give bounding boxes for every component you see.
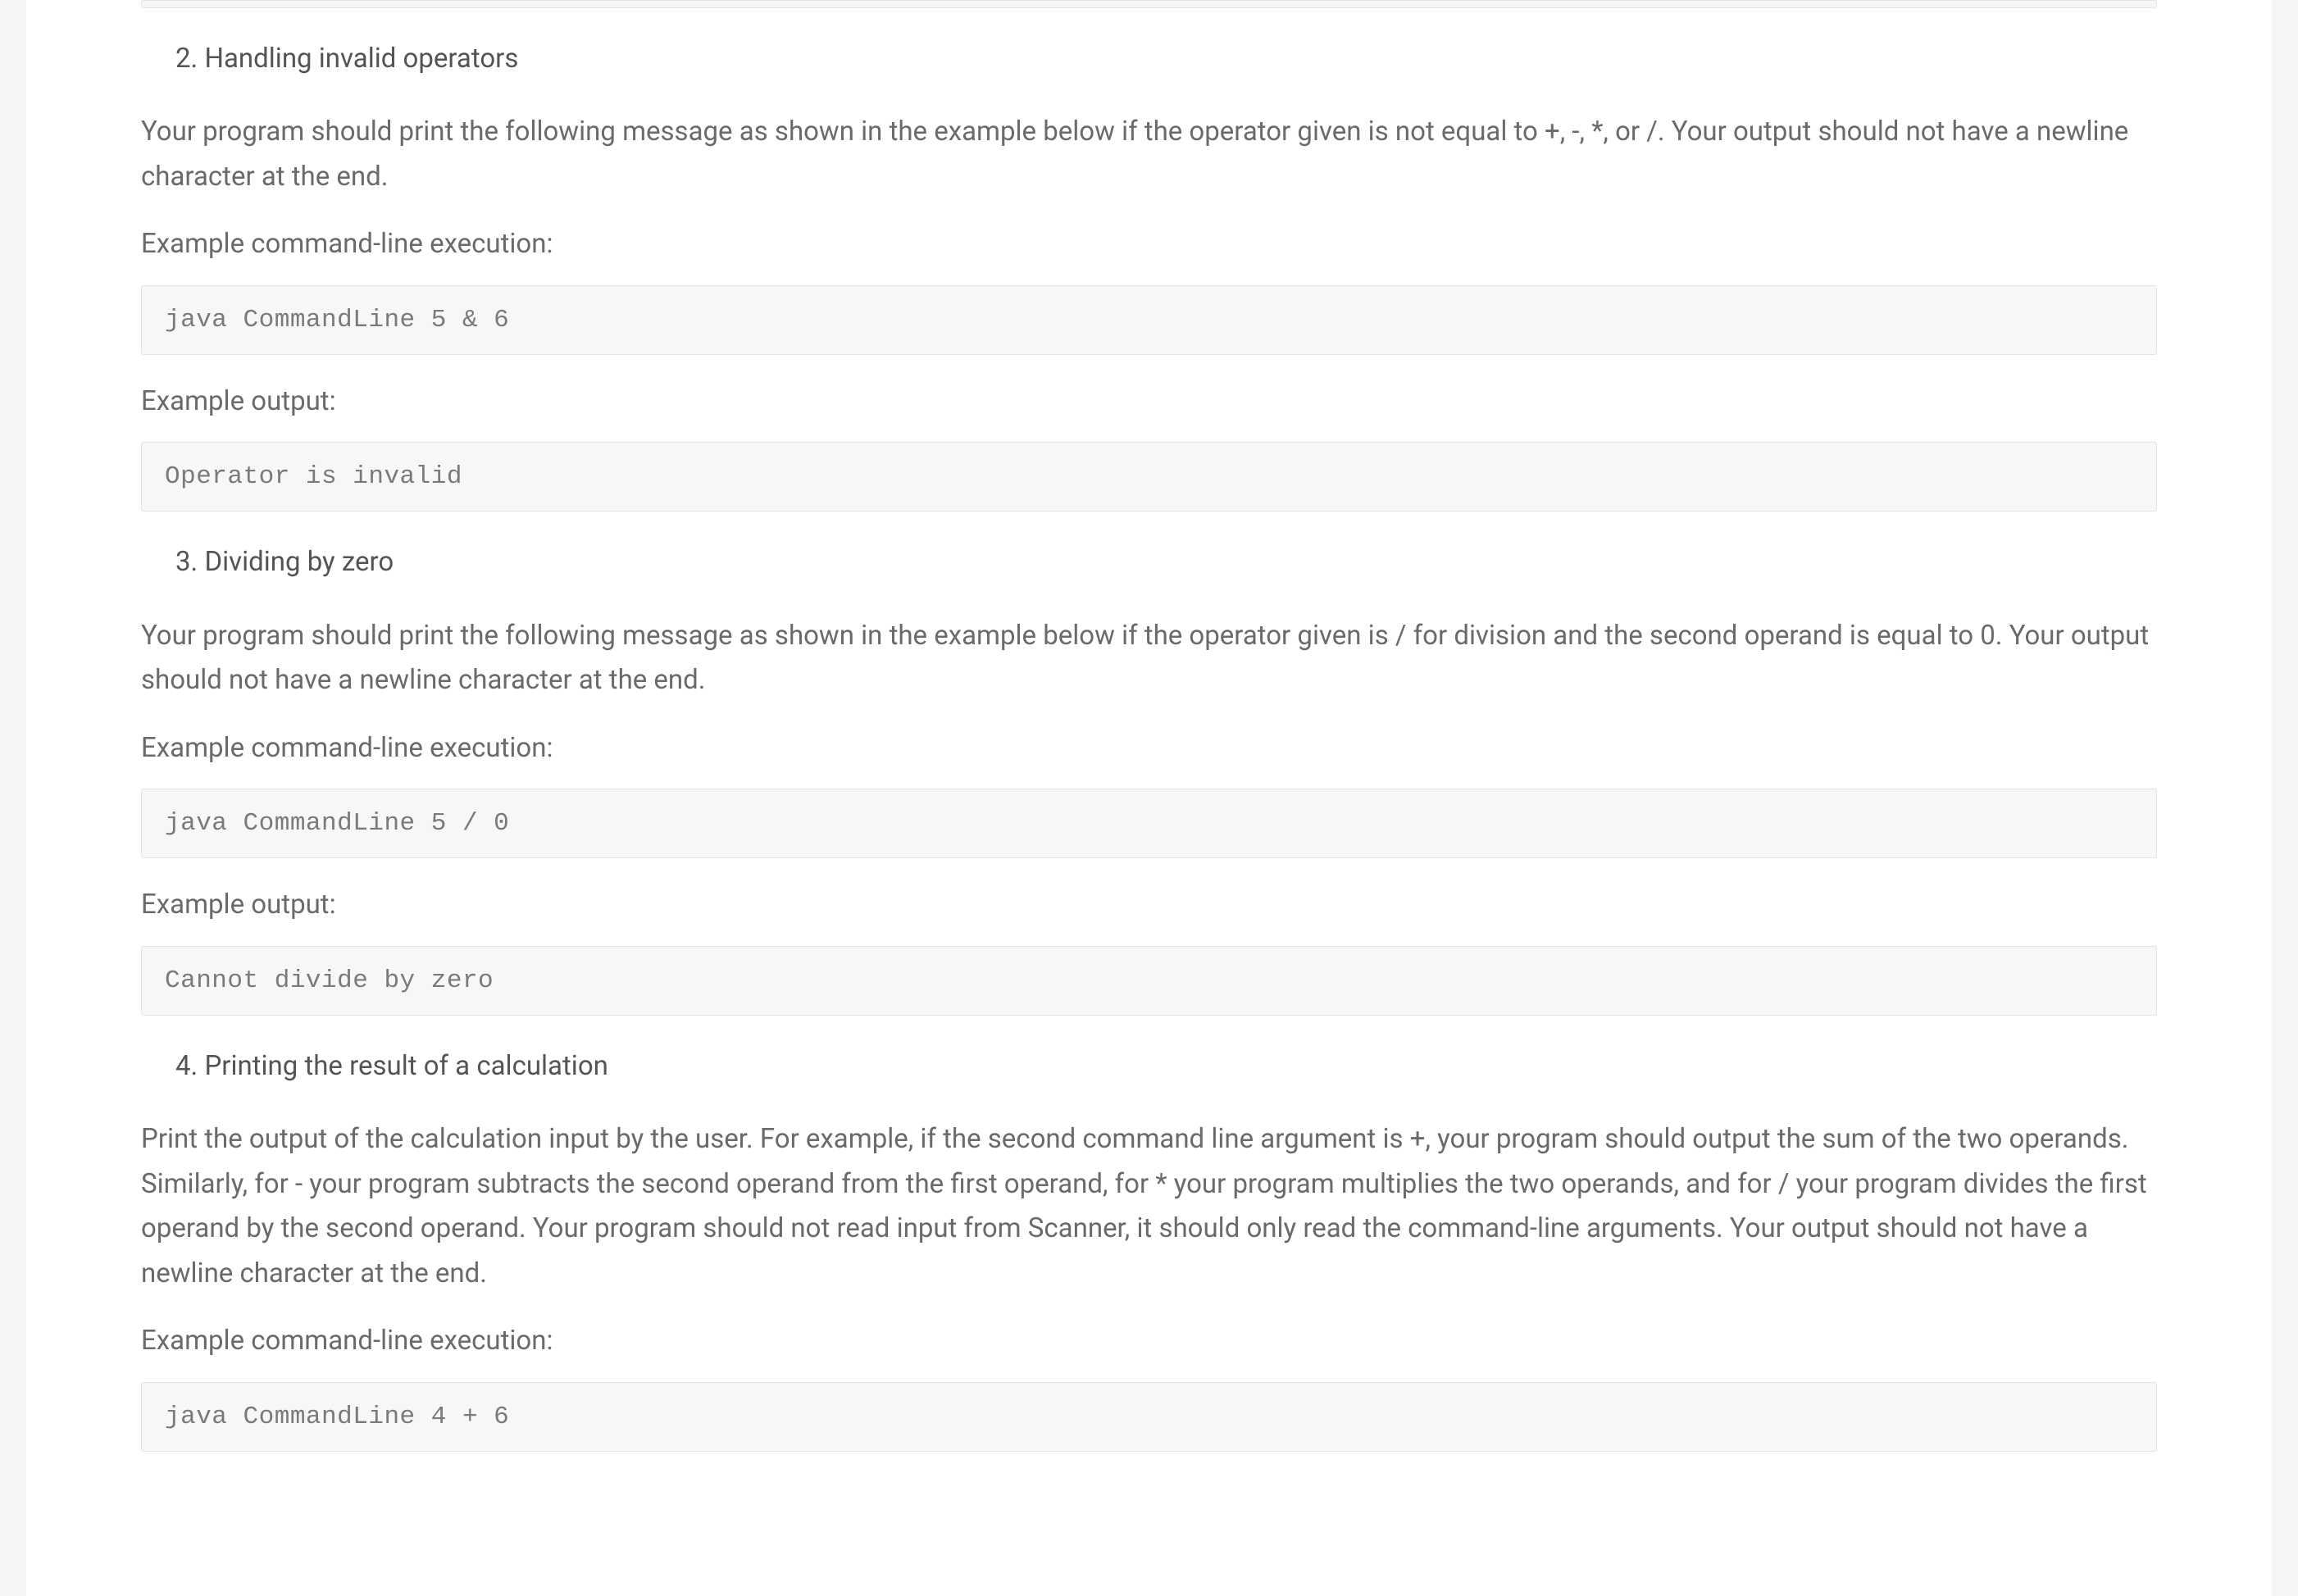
list-item-4-heading: 4. Printing the result of a calculation xyxy=(141,1044,2157,1089)
item-2-exec-code: java CommandLine 5 & 6 xyxy=(141,285,2157,355)
document-content: 2. Handling invalid operators Your progr… xyxy=(26,0,2272,1596)
item-title: Dividing by zero xyxy=(204,546,394,578)
list-item-2-heading: 2. Handling invalid operators xyxy=(141,37,2157,81)
list-item-3-heading: 3. Dividing by zero xyxy=(141,540,2157,584)
item-4-exec-label: Example command-line execution: xyxy=(141,1319,2157,1363)
item-4-description: Print the output of the calculation inpu… xyxy=(141,1117,2157,1296)
partial-code-block-top xyxy=(141,0,2157,8)
item-2-output-label: Example output: xyxy=(141,380,2157,424)
item-3-output-code: Cannot divide by zero xyxy=(141,946,2157,1016)
item-number: 2. xyxy=(175,43,198,75)
item-number: 4. xyxy=(175,1050,198,1082)
item-3-exec-label: Example command-line execution: xyxy=(141,726,2157,771)
item-title: Handling invalid operators xyxy=(204,43,518,75)
item-2-exec-label: Example command-line execution: xyxy=(141,222,2157,266)
item-2-output-code: Operator is invalid xyxy=(141,442,2157,512)
item-3-exec-code: java CommandLine 5 / 0 xyxy=(141,789,2157,858)
item-3-output-label: Example output: xyxy=(141,883,2157,927)
item-4-exec-code: java CommandLine 4 + 6 xyxy=(141,1382,2157,1452)
item-number: 3. xyxy=(175,546,198,578)
item-3-description: Your program should print the following … xyxy=(141,614,2157,703)
item-2-description: Your program should print the following … xyxy=(141,110,2157,199)
item-title: Printing the result of a calculation xyxy=(204,1050,607,1082)
